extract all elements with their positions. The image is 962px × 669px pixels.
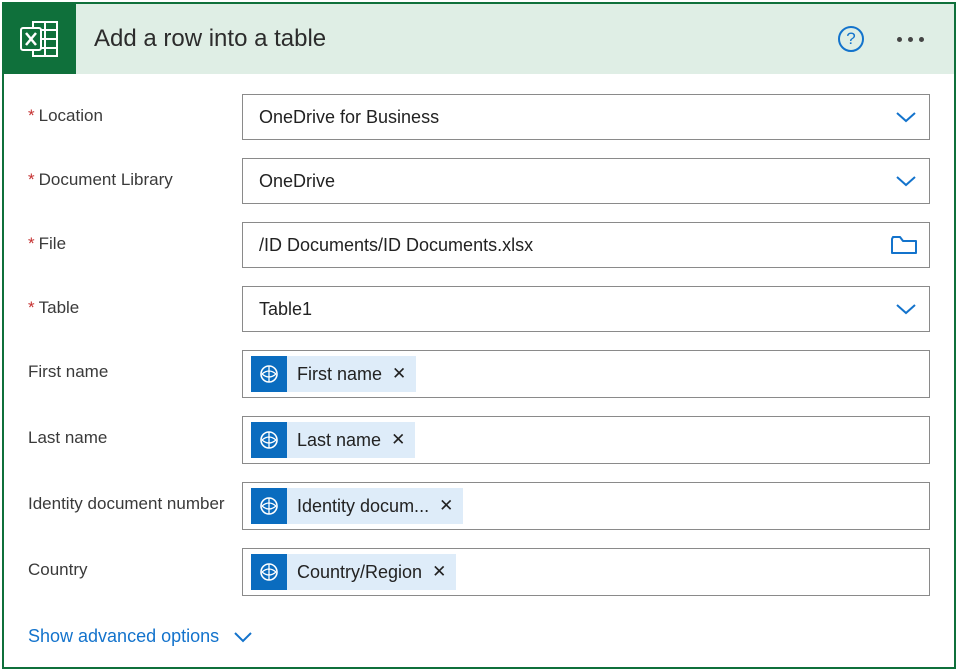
card-body: Location OneDrive for Business Document … — [4, 74, 954, 667]
card-header: Add a row into a table ? — [4, 4, 954, 74]
file-value: /ID Documents/ID Documents.xlsx — [259, 235, 533, 256]
country-field[interactable]: Country/Region ✕ — [242, 548, 930, 596]
label-last-name: Last name — [28, 416, 242, 448]
token-country[interactable]: Country/Region ✕ — [251, 554, 456, 590]
chevron-down-icon — [233, 631, 253, 643]
chevron-down-icon — [895, 174, 917, 188]
table-value: Table1 — [259, 299, 312, 320]
token-label: Last name — [297, 430, 381, 451]
chevron-down-icon — [895, 302, 917, 316]
label-first-name: First name — [28, 350, 242, 382]
token-label: First name — [297, 364, 382, 385]
label-document-library: Document Library — [28, 158, 242, 190]
action-card: Add a row into a table ? Location OneDri… — [2, 2, 956, 669]
help-icon[interactable]: ? — [838, 26, 864, 52]
dynamic-content-icon — [251, 488, 287, 524]
token-last-name[interactable]: Last name ✕ — [251, 422, 415, 458]
chevron-down-icon — [895, 110, 917, 124]
label-table: Table — [28, 286, 242, 318]
table-select[interactable]: Table1 — [242, 286, 930, 332]
document-library-value: OneDrive — [259, 171, 335, 192]
token-label: Country/Region — [297, 562, 422, 583]
file-input[interactable]: /ID Documents/ID Documents.xlsx — [242, 222, 930, 268]
id-number-field[interactable]: Identity docum... ✕ — [242, 482, 930, 530]
dynamic-content-icon — [251, 422, 287, 458]
token-id-number[interactable]: Identity docum... ✕ — [251, 488, 463, 524]
first-name-field[interactable]: First name ✕ — [242, 350, 930, 398]
label-country: Country — [28, 548, 242, 580]
last-name-field[interactable]: Last name ✕ — [242, 416, 930, 464]
excel-icon — [4, 4, 76, 74]
token-first-name[interactable]: First name ✕ — [251, 356, 416, 392]
document-library-select[interactable]: OneDrive — [242, 158, 930, 204]
advanced-label: Show advanced options — [28, 626, 219, 647]
label-location: Location — [28, 94, 242, 126]
remove-token-icon[interactable]: ✕ — [432, 562, 446, 582]
dynamic-content-icon — [251, 554, 287, 590]
location-select[interactable]: OneDrive for Business — [242, 94, 930, 140]
folder-icon[interactable] — [891, 235, 917, 255]
dynamic-content-icon — [251, 356, 287, 392]
remove-token-icon[interactable]: ✕ — [439, 496, 453, 516]
label-id-number: Identity document number — [28, 482, 242, 514]
remove-token-icon[interactable]: ✕ — [392, 364, 406, 384]
more-menu[interactable] — [890, 37, 930, 42]
location-value: OneDrive for Business — [259, 107, 439, 128]
label-file: File — [28, 222, 242, 254]
show-advanced-options[interactable]: Show advanced options — [28, 626, 930, 647]
remove-token-icon[interactable]: ✕ — [391, 430, 405, 450]
token-label: Identity docum... — [297, 496, 429, 517]
card-title: Add a row into a table — [76, 25, 838, 53]
